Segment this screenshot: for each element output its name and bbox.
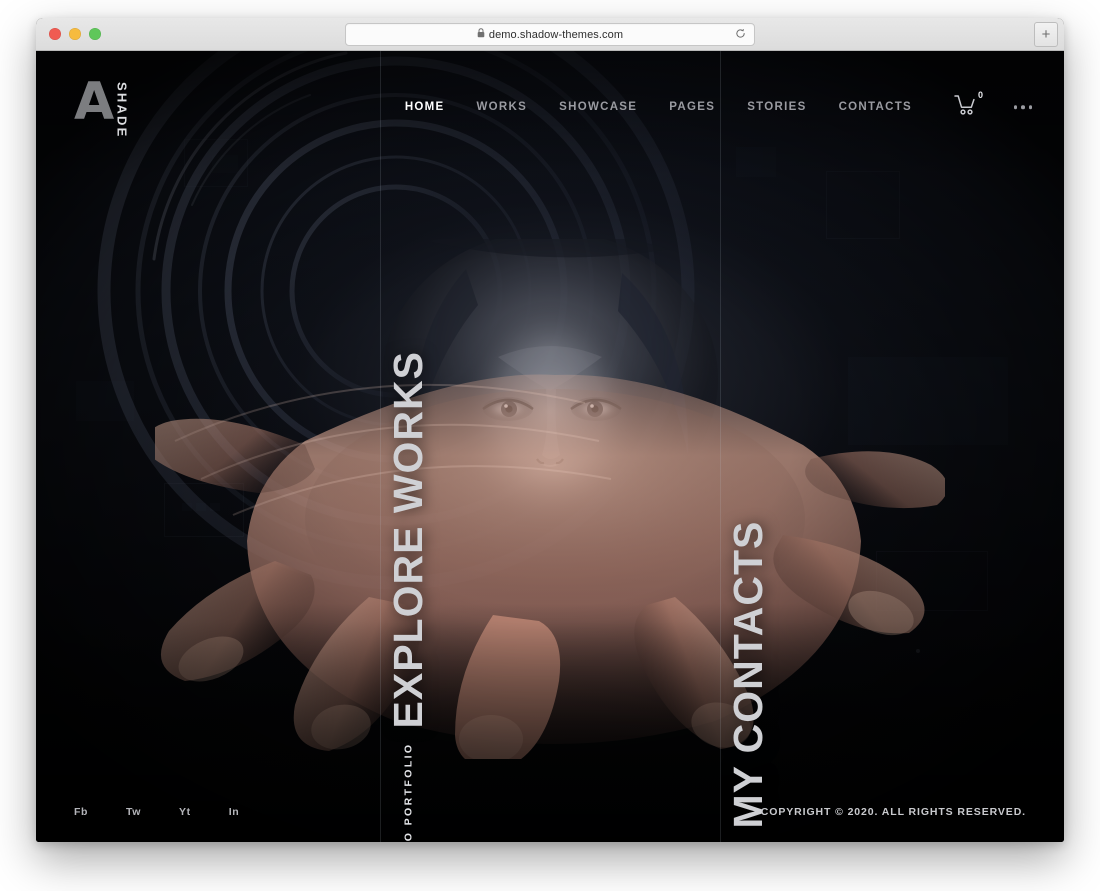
window-traffic-lights bbox=[49, 18, 101, 50]
main-navigation: HOME WORKS SHOWCASE PAGES STORIES CONTAC… bbox=[389, 51, 928, 163]
open-hand-photo bbox=[155, 374, 945, 759]
copyright-text: COPYRIGHT © 2020. ALL RIGHTS RESERVED. bbox=[760, 806, 1026, 818]
nav-item-home[interactable]: HOME bbox=[389, 101, 461, 113]
minimize-window-button[interactable] bbox=[69, 28, 81, 40]
site-logo[interactable]: A SHADE bbox=[74, 72, 129, 138]
cart-count-badge: 0 bbox=[977, 90, 983, 100]
lock-icon bbox=[477, 28, 485, 41]
panel-works-title: EXPLORE WORKS bbox=[385, 351, 431, 729]
panel-explore-works[interactable]: MY PHOTO PORTFOLIO EXPLORE WORKS bbox=[385, 351, 431, 842]
new-tab-button[interactable]: + bbox=[1034, 22, 1058, 47]
ellipsis-icon-dot-3 bbox=[1028, 105, 1032, 109]
nav-item-pages[interactable]: PAGES bbox=[653, 101, 731, 113]
browser-titlebar: demo.shadow-themes.com + bbox=[36, 18, 1064, 51]
browser-window: demo.shadow-themes.com + A SHADE HOME WO… bbox=[36, 18, 1064, 842]
reload-icon[interactable] bbox=[735, 26, 746, 44]
ellipsis-icon-dot-2 bbox=[1021, 105, 1025, 109]
nav-item-contacts[interactable]: CONTACTS bbox=[823, 101, 928, 113]
close-window-button[interactable] bbox=[49, 28, 61, 40]
nav-item-stories[interactable]: STORIES bbox=[731, 101, 822, 113]
social-link-youtube[interactable]: Yt bbox=[179, 806, 210, 818]
panel-divider-left bbox=[380, 51, 381, 842]
nav-item-showcase[interactable]: SHOWCASE bbox=[543, 101, 653, 113]
maximize-window-button[interactable] bbox=[89, 28, 101, 40]
nav-item-works[interactable]: WORKS bbox=[461, 101, 544, 113]
more-menu-button[interactable] bbox=[1013, 105, 1032, 109]
site-viewport: A SHADE HOME WORKS SHOWCASE PAGES STORIE… bbox=[36, 51, 1064, 842]
address-bar[interactable]: demo.shadow-themes.com bbox=[345, 23, 755, 46]
social-link-twitter[interactable]: Tw bbox=[126, 806, 160, 818]
shopping-cart-icon bbox=[954, 95, 975, 115]
social-links: Fb Tw Yt In bbox=[74, 806, 277, 818]
social-link-linkedin[interactable]: In bbox=[229, 806, 259, 818]
new-tab-plus-icon: + bbox=[1041, 26, 1051, 43]
cart-button[interactable]: 0 bbox=[954, 90, 983, 120]
site-footer: Fb Tw Yt In COPYRIGHT © 2020. ALL RIGHTS… bbox=[36, 781, 1064, 842]
ellipsis-icon-dot-1 bbox=[1013, 105, 1017, 109]
address-bar-url: demo.shadow-themes.com bbox=[488, 28, 624, 41]
social-link-facebook[interactable]: Fb bbox=[74, 806, 107, 818]
panel-divider-right bbox=[720, 51, 721, 842]
site-header: A SHADE HOME WORKS SHOWCASE PAGES STORIE… bbox=[36, 51, 1064, 163]
logo-letter-a: A bbox=[74, 72, 114, 132]
logo-wordmark: SHADE bbox=[114, 82, 130, 139]
